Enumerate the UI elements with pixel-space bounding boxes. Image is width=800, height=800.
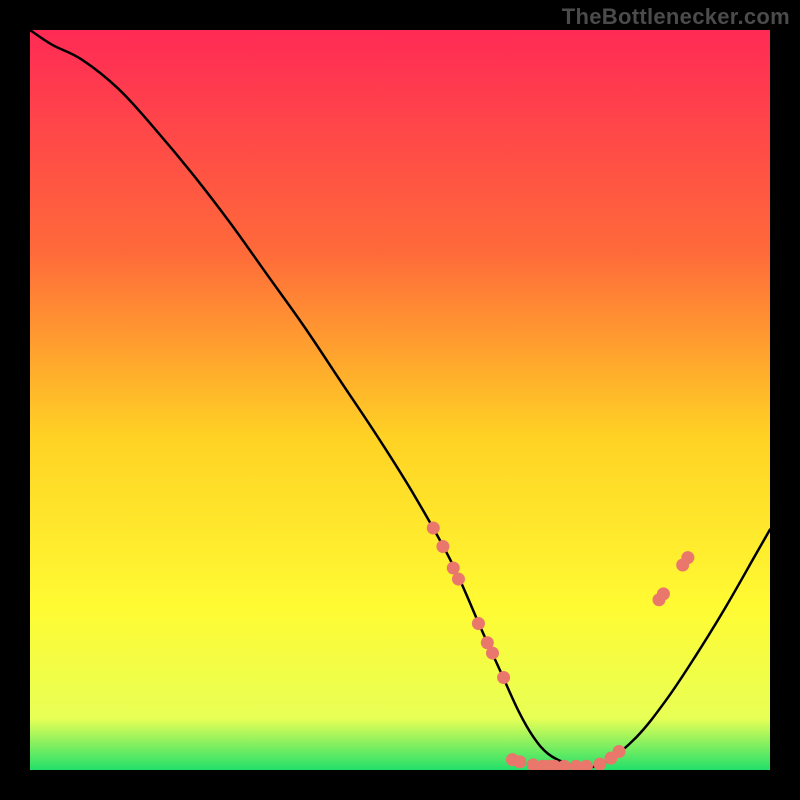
watermark-text: TheBottlenecker.com [562,4,790,30]
bottleneck-plot [30,30,770,770]
cluster-point [657,587,670,600]
plot-background [30,30,770,770]
cluster-point [472,617,485,630]
cluster-point [436,540,449,553]
cluster-point [447,561,460,574]
cluster-point [613,745,626,758]
chart-container: TheBottlenecker.com [0,0,800,800]
cluster-point [513,755,526,768]
cluster-point [593,758,606,770]
cluster-point [452,573,465,586]
cluster-point [486,647,499,660]
cluster-point [681,551,694,564]
cluster-point [427,522,440,535]
cluster-point [497,671,510,684]
